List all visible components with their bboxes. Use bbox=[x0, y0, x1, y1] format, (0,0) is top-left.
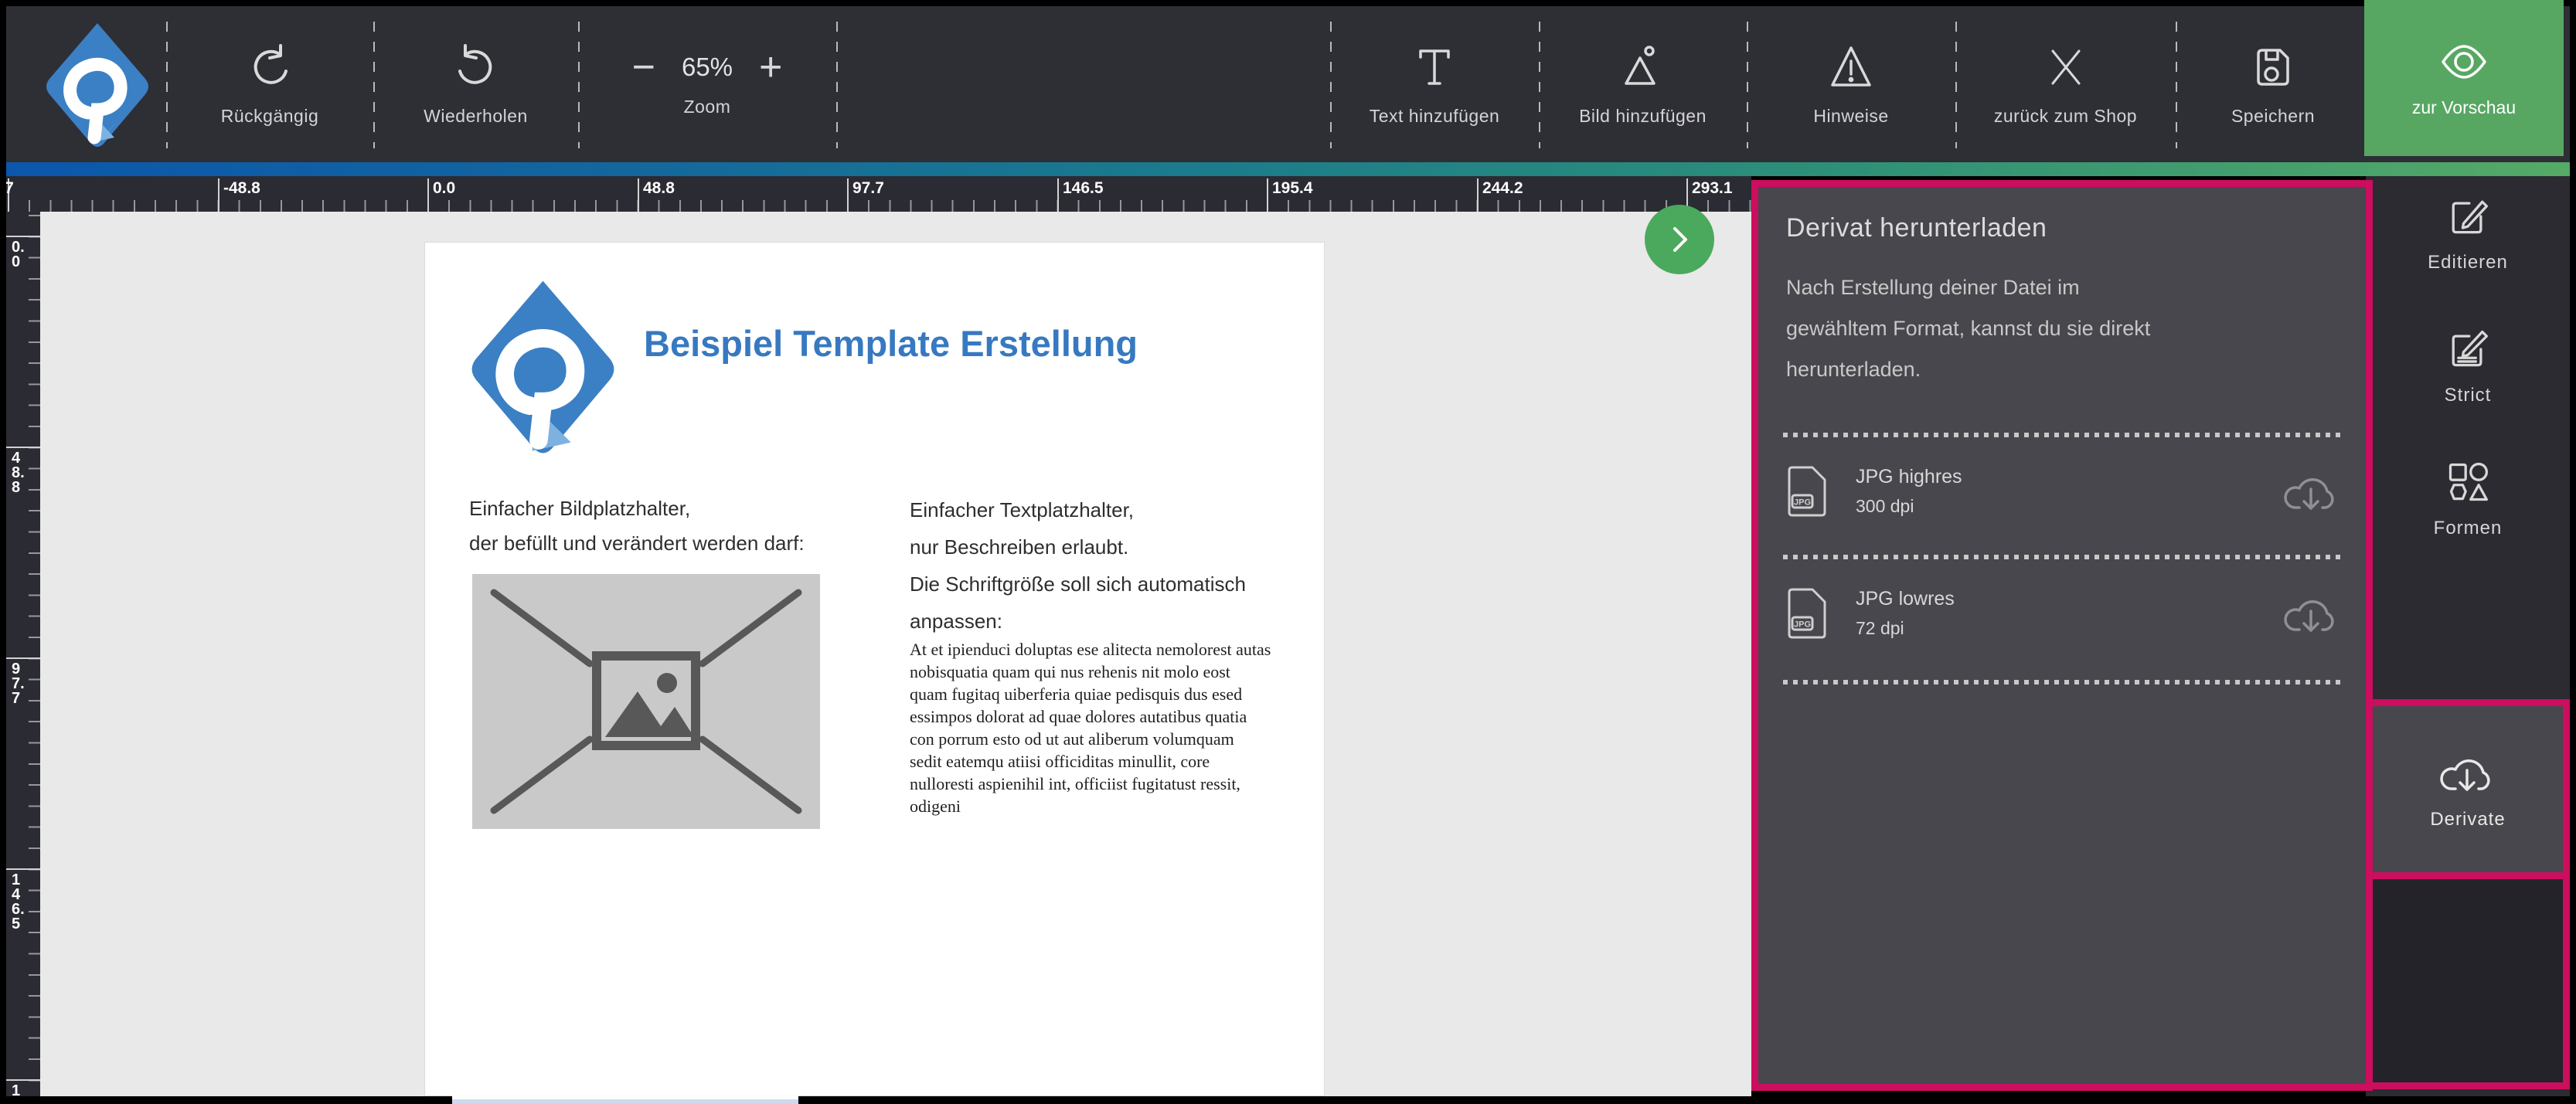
image-placeholder[interactable] bbox=[472, 574, 820, 829]
page-title[interactable]: Beispiel Template Erstellung bbox=[644, 322, 1138, 365]
preview-label: zur Vorschau bbox=[2412, 97, 2516, 118]
derivative-name: JPG highres bbox=[1856, 466, 1962, 488]
zoom-in-button[interactable]: + bbox=[759, 52, 782, 83]
ruler-label: 97.7 bbox=[852, 179, 884, 198]
text-icon bbox=[1410, 42, 1459, 92]
ruler-label: 293.1 bbox=[1692, 179, 1733, 198]
sidebar-item-label: Derivate bbox=[2430, 809, 2505, 831]
save-label: Speichern bbox=[2231, 106, 2315, 127]
ruler-label: 48.8 bbox=[12, 451, 25, 495]
edit-icon bbox=[2445, 193, 2491, 239]
ruler-label: -97.7 bbox=[6, 179, 14, 198]
close-icon bbox=[2041, 42, 2091, 92]
redo-icon bbox=[451, 42, 501, 92]
highlighted-empty-region bbox=[2366, 872, 2570, 1089]
dotted-separator bbox=[1783, 555, 2341, 559]
sidebar-item-label: Formen bbox=[2434, 518, 2503, 539]
add-image-label: Bild hinzufügen bbox=[1579, 106, 1707, 127]
derivative-name: JPG lowres bbox=[1856, 588, 1955, 610]
ruler-label: 146.5 bbox=[1063, 179, 1104, 198]
sidebar-item-strict[interactable]: Strict bbox=[2366, 326, 2570, 406]
add-image-button[interactable]: Bild hinzufügen bbox=[1539, 6, 1747, 162]
derivative-dpi: 300 dpi bbox=[1856, 496, 1962, 517]
zoom-out-button[interactable]: − bbox=[632, 52, 655, 83]
zoom-group: − 65% + Zoom bbox=[578, 6, 836, 162]
redo-button[interactable]: Wiederholen bbox=[373, 6, 578, 162]
panel-title: Derivat herunterladen bbox=[1786, 213, 2047, 243]
undo-label: Rückgängig bbox=[221, 106, 318, 127]
download-row-lowres[interactable]: JPG JPG lowres 72 dpi bbox=[1786, 581, 2341, 646]
svg-text:JPG: JPG bbox=[1794, 620, 1811, 630]
undo-icon bbox=[245, 42, 294, 92]
vertical-ruler-minor-ticks bbox=[29, 212, 40, 1096]
accent-gradient-bar bbox=[6, 162, 2570, 176]
cloud-download-icon[interactable] bbox=[2282, 467, 2341, 515]
zoom-label: Zoom bbox=[684, 97, 731, 117]
next-page-peek bbox=[452, 1095, 798, 1104]
zoom-value: 65% bbox=[682, 53, 733, 82]
ruler-label: 0.0 bbox=[433, 179, 455, 198]
cloud-download-icon bbox=[2438, 749, 2497, 797]
ruler-label: 195.4 bbox=[1272, 179, 1313, 198]
cloud-download-icon[interactable] bbox=[2282, 589, 2341, 637]
document-page[interactable]: Beispiel Template Erstellung Einfacher B… bbox=[424, 242, 1325, 1096]
picture-icon bbox=[597, 656, 696, 746]
ruler-label: 97.7 bbox=[12, 662, 25, 706]
sidebar-item-formen[interactable]: Formen bbox=[2366, 459, 2570, 539]
ruler-label: 48.8 bbox=[643, 179, 675, 198]
download-row-highres[interactable]: JPG JPG highres 300 dpi bbox=[1786, 459, 2341, 524]
preview-button[interactable]: zur Vorschau bbox=[2364, 0, 2564, 156]
sidebar-item-editieren[interactable]: Editieren bbox=[2366, 193, 2570, 273]
canvas-area[interactable]: Beispiel Template Erstellung Einfacher B… bbox=[40, 212, 1751, 1096]
left-column-caption[interactable]: Einfacher Bildplatzhalter, der befüllt u… bbox=[469, 491, 805, 561]
page-logo[interactable] bbox=[468, 277, 618, 459]
add-text-label: Text hinzufügen bbox=[1370, 106, 1500, 127]
vertical-ruler: 0.0 48.8 97.7 146.5 195.4 bbox=[6, 212, 40, 1096]
toolbar-separator bbox=[836, 22, 838, 148]
sidebar-item-label: Editieren bbox=[2428, 252, 2508, 273]
derivative-panel: Derivat herunterladen Nach Erstellung de… bbox=[1751, 180, 2373, 1091]
hints-label: Hinweise bbox=[1813, 106, 1888, 127]
sidebar-item-label: Strict bbox=[2445, 385, 2492, 406]
horizontal-ruler-minor-ticks bbox=[6, 200, 1751, 212]
shapes-icon bbox=[2445, 459, 2491, 505]
back-to-shop-label: zurück zum Shop bbox=[1994, 106, 2137, 127]
sidebar-item-derivate[interactable]: Derivate bbox=[2366, 699, 2570, 879]
ruler-label: 0.0 bbox=[12, 240, 25, 270]
app-logo-icon bbox=[43, 22, 151, 150]
warning-icon bbox=[1826, 42, 1876, 92]
ruler-label: -48.8 bbox=[223, 179, 260, 198]
editor-window: Rückgängig Wiederholen − 65% + Zoom Text… bbox=[0, 0, 2576, 1104]
save-button[interactable]: Speichern bbox=[2176, 6, 2370, 162]
save-icon bbox=[2248, 42, 2298, 92]
dotted-separator bbox=[1783, 680, 2341, 684]
ruler-label: 195.4 bbox=[12, 1084, 25, 1096]
undo-button[interactable]: Rückgängig bbox=[166, 6, 373, 162]
hints-button[interactable]: Hinweise bbox=[1747, 6, 1955, 162]
redo-label: Wiederholen bbox=[424, 106, 528, 127]
body-text-placeholder[interactable]: At et ipienduci doluptas ese alitecta ne… bbox=[910, 638, 1271, 817]
eye-icon bbox=[2438, 39, 2489, 85]
toolbar: Rückgängig Wiederholen − 65% + Zoom Text… bbox=[6, 6, 2570, 162]
panel-description: Nach Erstellung deiner Datei im gewählte… bbox=[1786, 267, 2150, 390]
ruler-label: 146.5 bbox=[12, 873, 25, 932]
dotted-separator bbox=[1783, 433, 2341, 437]
chevron-right-icon bbox=[1662, 222, 1696, 256]
image-icon bbox=[1618, 42, 1668, 92]
svg-text:JPG: JPG bbox=[1794, 498, 1811, 508]
derivative-dpi: 72 dpi bbox=[1856, 618, 1955, 639]
collapse-panel-button[interactable] bbox=[1645, 205, 1714, 274]
add-text-button[interactable]: Text hinzufügen bbox=[1330, 6, 1539, 162]
jpg-file-icon: JPG bbox=[1786, 588, 1828, 639]
jpg-file-icon: JPG bbox=[1786, 466, 1828, 517]
horizontal-ruler: -97.7 -48.8 0.0 48.8 97.7 146.5 195.4 24… bbox=[6, 176, 1751, 212]
edit-lines-icon bbox=[2445, 326, 2491, 372]
back-to-shop-button[interactable]: zurück zum Shop bbox=[1955, 6, 2176, 162]
ruler-label: 244.2 bbox=[1482, 179, 1523, 198]
right-column-caption[interactable]: Einfacher Textplatzhalter, nur Beschreib… bbox=[910, 491, 1246, 640]
